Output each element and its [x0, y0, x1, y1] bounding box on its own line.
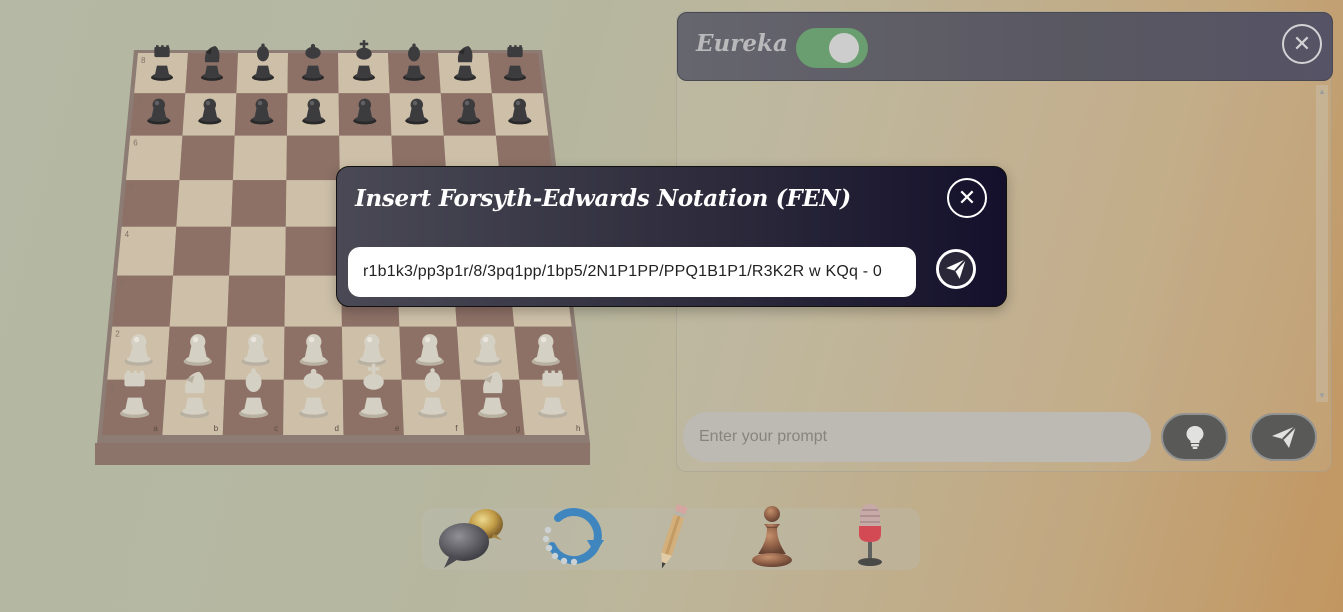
square-c3[interactable]: [227, 275, 286, 327]
white-bishop-c1[interactable]: [231, 357, 276, 430]
white-king-e1[interactable]: [351, 357, 396, 430]
microphone-icon[interactable]: [836, 500, 908, 572]
square-b4[interactable]: [173, 226, 232, 276]
scroll-up-icon[interactable]: ▲: [1318, 87, 1326, 96]
black-bishop-f8[interactable]: [397, 35, 431, 91]
rank-label: 6: [133, 139, 138, 148]
pencil-icon[interactable]: [636, 500, 708, 572]
black-knight-g8[interactable]: [448, 35, 482, 91]
rank-label: 4: [125, 230, 130, 239]
black-pawn-g7[interactable]: [451, 87, 487, 133]
black-pawn-a7[interactable]: [141, 87, 177, 133]
black-pawn-e7[interactable]: [347, 87, 383, 133]
square-b5[interactable]: [176, 180, 233, 227]
hint-button[interactable]: [1161, 413, 1228, 461]
white-queen-d1[interactable]: [291, 357, 336, 430]
lightbulb-icon: [1186, 426, 1203, 449]
send-icon: [1271, 425, 1297, 448]
square-d6[interactable]: [286, 135, 340, 181]
refresh-icon[interactable]: [536, 500, 608, 572]
prompt-input[interactable]: [683, 412, 1151, 462]
mode-toggle[interactable]: [796, 28, 868, 68]
board-base: [95, 443, 590, 465]
close-fen-button[interactable]: ✕: [947, 178, 987, 218]
white-knight-b1[interactable]: [172, 357, 217, 430]
black-queen-d8[interactable]: [296, 35, 330, 91]
fen-modal-title: Insert Forsyth-Edwards Notation (FEN): [355, 185, 851, 212]
black-king-e8[interactable]: [347, 35, 381, 91]
rank-label: 3: [120, 279, 125, 288]
black-pawn-d7[interactable]: [296, 87, 332, 133]
close-icon: ✕: [1292, 31, 1312, 56]
black-pawn-b7[interactable]: [192, 87, 228, 133]
square-c5[interactable]: [231, 180, 287, 227]
black-knight-b8[interactable]: [195, 35, 229, 91]
chat-bubbles-icon[interactable]: [436, 500, 508, 572]
black-rook-a8[interactable]: [145, 35, 179, 91]
black-pawn-f7[interactable]: [399, 87, 435, 133]
chat-scrollbar[interactable]: ▲ ▼: [1316, 85, 1328, 402]
white-bishop-f1[interactable]: [410, 357, 455, 430]
file-label: g: [516, 424, 520, 433]
black-rook-h8[interactable]: [498, 35, 532, 91]
pawn-icon[interactable]: [736, 500, 808, 572]
white-knight-g1[interactable]: [470, 357, 515, 430]
square-c4[interactable]: [229, 226, 286, 276]
toggle-knob: [829, 33, 859, 63]
fen-input[interactable]: [348, 247, 916, 297]
fen-modal: Insert Forsyth-Edwards Notation (FEN) ✕: [336, 166, 1007, 307]
white-rook-h1[interactable]: [530, 357, 575, 430]
square-b6[interactable]: [179, 135, 235, 181]
square-d5[interactable]: [285, 180, 341, 227]
square-b3[interactable]: [169, 275, 230, 327]
scroll-down-icon[interactable]: ▼: [1318, 391, 1326, 400]
file-label: h: [576, 424, 580, 433]
black-bishop-c8[interactable]: [246, 35, 280, 91]
square-d3[interactable]: [284, 275, 342, 327]
black-pawn-h7[interactable]: [502, 87, 538, 133]
close-icon: ✕: [957, 185, 977, 210]
close-chat-button[interactable]: ✕: [1282, 24, 1322, 64]
black-pawn-c7[interactable]: [244, 87, 280, 133]
rank-label: 5: [129, 183, 134, 192]
white-rook-a1[interactable]: [112, 357, 157, 430]
square-d4[interactable]: [285, 226, 342, 276]
submit-fen-button[interactable]: [936, 249, 976, 289]
chat-header: Eureka ✕: [677, 12, 1333, 81]
send-button[interactable]: [1250, 413, 1317, 461]
bottom-toolbar: [422, 504, 920, 570]
brand-title: Eureka: [696, 30, 788, 57]
square-c6[interactable]: [232, 135, 287, 181]
send-icon: [938, 251, 974, 287]
